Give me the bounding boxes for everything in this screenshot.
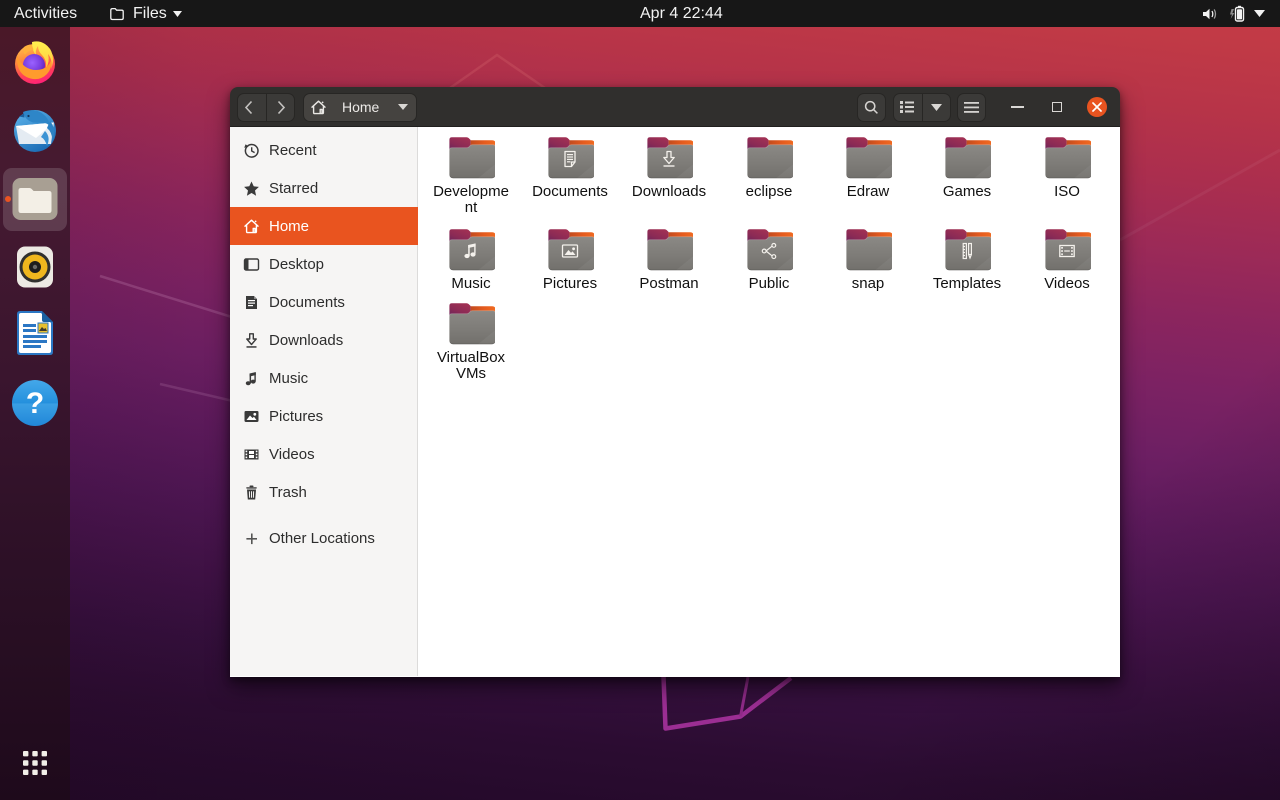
svg-text:?: ? (26, 387, 44, 420)
